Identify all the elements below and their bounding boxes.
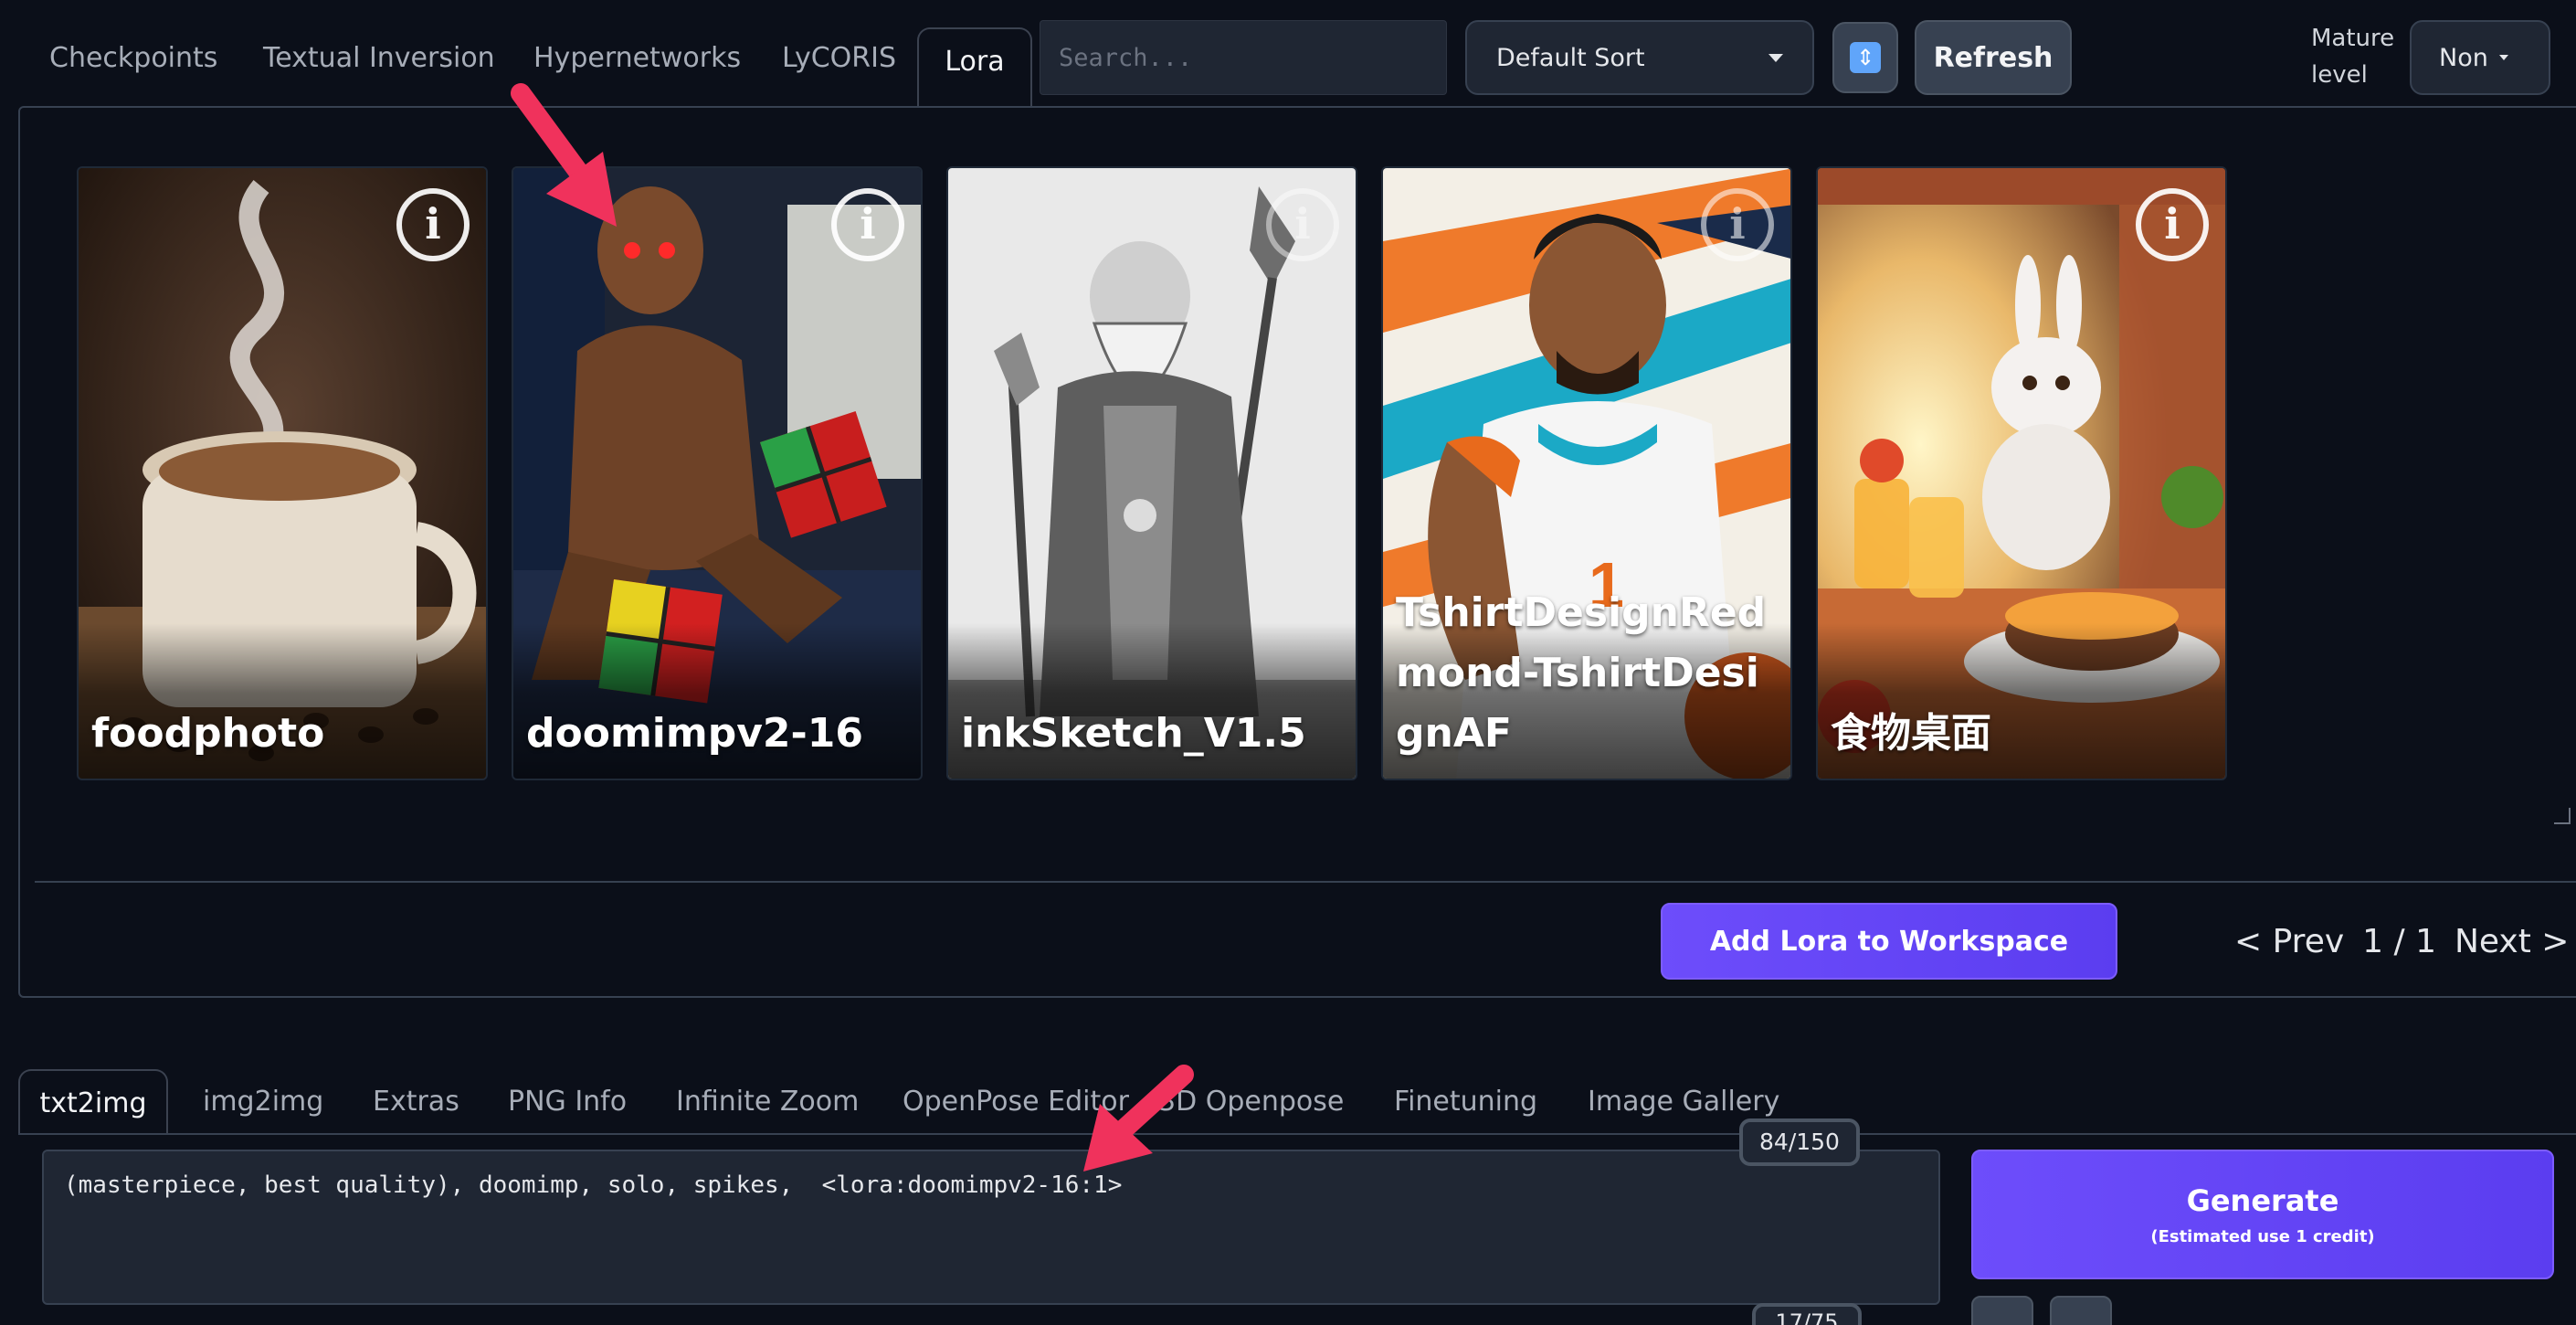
- tab-extras[interactable]: Extras: [373, 1069, 459, 1135]
- page-indicator: 1 / 1: [2362, 922, 2436, 960]
- tab-3d-openpose[interactable]: 3D Openpose: [1158, 1069, 1344, 1135]
- tab-hypernetworks[interactable]: Hypernetworks: [533, 26, 741, 91]
- token-counter: 84/150: [1739, 1118, 1860, 1166]
- info-icon[interactable]: i: [831, 188, 904, 261]
- next-page-button[interactable]: Next >: [2455, 923, 2569, 960]
- tab-img2img[interactable]: img2img: [203, 1069, 323, 1135]
- resize-handle[interactable]: [2554, 808, 2571, 824]
- lora-card-doomimpv2-16[interactable]: i doomimpv2-16: [512, 166, 923, 780]
- card-name: 食物桌面: [1831, 710, 1991, 757]
- mature-level-label: Mature level: [2311, 25, 2395, 89]
- trash-icon[interactable]: [2050, 1296, 2112, 1325]
- info-icon[interactable]: i: [1266, 188, 1339, 261]
- sort-dropdown[interactable]: Default Sort: [1465, 20, 1814, 95]
- lora-card-foodphoto[interactable]: i foodphoto: [77, 166, 488, 780]
- divider: [35, 881, 2576, 883]
- lora-card-food-table[interactable]: i 食物桌面: [1816, 166, 2227, 780]
- card-name: foodphoto: [91, 710, 325, 757]
- prompt-textarea[interactable]: (masterpiece, best quality), doomimp, so…: [42, 1150, 1940, 1305]
- info-icon[interactable]: i: [2136, 188, 2209, 261]
- tab-underline: [18, 1133, 2576, 1135]
- tab-openpose-editor[interactable]: OpenPose Editor: [903, 1069, 1129, 1135]
- lora-gallery-panel: i foodphoto i doomimpv2-16 i inkSketch_V…: [18, 106, 2576, 998]
- generate-credit-note: (Estimated use 1 credit): [2150, 1226, 2375, 1246]
- card-name: inkSketch_V1.5: [961, 710, 1306, 757]
- card-name: TshirtDesignRedmond-TshirtDesignAF: [1396, 589, 1767, 757]
- info-icon[interactable]: i: [396, 188, 470, 261]
- search-input[interactable]: [1040, 20, 1447, 95]
- tab-txt2img[interactable]: txt2img: [18, 1069, 168, 1135]
- lora-card-inksketch[interactable]: i inkSketch_V1.5: [946, 166, 1357, 780]
- refresh-button[interactable]: Refresh: [1915, 20, 2072, 95]
- add-lora-to-workspace-button[interactable]: Add Lora to Workspace: [1661, 903, 2117, 980]
- tab-lora[interactable]: Lora: [917, 27, 1032, 108]
- chevron-down-icon: [1768, 53, 1783, 62]
- generate-label: Generate: [2186, 1182, 2339, 1218]
- tool-button[interactable]: [1971, 1296, 2033, 1325]
- up-down-arrow-icon: ⇕: [1850, 42, 1881, 73]
- tab-lycoris[interactable]: LyCORIS: [782, 26, 896, 91]
- mature-level-dropdown[interactable]: Non: [2410, 20, 2550, 95]
- sort-order-button[interactable]: ⇕: [1832, 22, 1898, 93]
- chevron-down-icon: [2498, 55, 2508, 60]
- generate-button[interactable]: Generate (Estimated use 1 credit): [1971, 1150, 2554, 1279]
- sort-dropdown-value: Default Sort: [1496, 43, 1645, 72]
- info-icon[interactable]: i: [1701, 188, 1774, 261]
- mature-level-value: Non: [2439, 43, 2488, 72]
- card-name: doomimpv2-16: [526, 710, 864, 757]
- prev-page-button[interactable]: < Prev: [2234, 923, 2344, 960]
- tab-checkpoints[interactable]: Checkpoints: [49, 26, 217, 91]
- tab-textual-inversion[interactable]: Textual Inversion: [263, 26, 495, 91]
- tab-finetuning[interactable]: Finetuning: [1394, 1069, 1537, 1135]
- tab-infinite-zoom[interactable]: Infinite Zoom: [676, 1069, 859, 1135]
- pagination: < Prev 1 / 1 Next >: [2234, 903, 2569, 980]
- tab-png-info[interactable]: PNG Info: [508, 1069, 627, 1135]
- negative-token-counter: 17/75: [1752, 1303, 1862, 1325]
- lora-card-tshirtdesignredmond[interactable]: 1 i TshirtDesignRedmond-TshirtDesignAF: [1381, 166, 1792, 780]
